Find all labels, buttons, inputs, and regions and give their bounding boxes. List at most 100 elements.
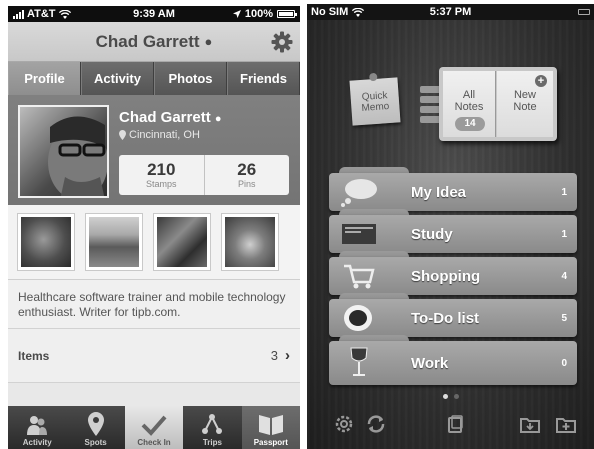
items-count: 3 xyxy=(270,348,278,363)
folder-work[interactable]: Work 0 xyxy=(329,335,577,385)
photo-strip xyxy=(8,205,300,280)
bottom-toolbar xyxy=(307,413,594,437)
items-label: Items xyxy=(18,348,50,363)
notes-screen: No SIM 5:37 PM Quick Memo All Notes 14 + N… xyxy=(307,4,594,449)
book-icon xyxy=(342,224,376,244)
apple-icon: ● xyxy=(204,34,213,49)
battery-icon xyxy=(578,9,590,15)
folder-label: Shopping xyxy=(411,267,481,285)
page-title: Chad Garrett xyxy=(95,31,200,51)
folder-count: 1 xyxy=(561,228,567,240)
plus-icon: + xyxy=(535,75,547,87)
tabbar-passport[interactable]: Passport xyxy=(241,406,300,449)
wifi-icon xyxy=(58,9,71,19)
photo-thumbnail[interactable] xyxy=(85,213,143,271)
avatar[interactable] xyxy=(18,105,109,198)
people-icon xyxy=(27,416,48,435)
bio-text: Healthcare software trainer and mobile t… xyxy=(8,280,300,329)
stat-pins[interactable]: 26 Pins xyxy=(203,155,290,195)
tab-profile[interactable]: Profile xyxy=(8,62,81,95)
book-icon xyxy=(258,415,283,435)
stat-value: 26 xyxy=(237,160,257,179)
wifi-icon xyxy=(352,7,365,17)
stat-label: Stamps xyxy=(145,179,177,189)
battery-icon xyxy=(277,10,297,18)
tabbar-label: Passport xyxy=(253,438,288,447)
signal-icon xyxy=(13,9,24,19)
thought-bubble-icon xyxy=(341,179,377,207)
shopping-cart-icon xyxy=(344,264,375,289)
notes-count-badge: 14 xyxy=(455,117,485,131)
tabbar-trips[interactable]: Trips xyxy=(183,406,241,449)
tab-friends[interactable]: Friends xyxy=(227,62,300,95)
photo-thumbnail[interactable] xyxy=(221,213,279,271)
quick-memo-button[interactable]: Quick Memo xyxy=(349,72,401,126)
profile-tabs: Profile Activity Photos Friends xyxy=(8,62,300,95)
folder-label: Work xyxy=(411,354,449,372)
map-pin-icon xyxy=(119,130,126,140)
folder-to-do-list[interactable]: To-Do list 5 xyxy=(329,293,577,337)
location-label: Cincinnati, OH xyxy=(129,129,200,141)
new-note-label: New xyxy=(513,89,536,101)
folder-import-icon[interactable] xyxy=(519,413,541,435)
profile-screen: AT&T 9:39 AM 100% Chad Garrett ● Profile… xyxy=(8,6,300,449)
location-arrow-icon xyxy=(232,10,241,18)
bottom-tab-bar: Activity Spots Check In Trips Passport xyxy=(8,406,300,449)
folder-count: 1 xyxy=(561,186,567,198)
tabbar-label: Trips xyxy=(202,438,222,447)
tabbar-label: Activity xyxy=(22,438,52,447)
photo-thumbnail[interactable] xyxy=(17,213,75,271)
folder-list: My Idea 1 Study 1 Shopping 4 To-Do list … xyxy=(329,167,577,385)
add-folder-icon[interactable] xyxy=(555,413,577,435)
profile-name: Chad Garrett ● xyxy=(119,109,222,126)
photo-thumbnail[interactable] xyxy=(153,213,211,271)
apple-icon: ● xyxy=(214,113,222,125)
status-time: 5:37 PM xyxy=(429,6,472,18)
stat-value: 210 xyxy=(147,160,176,179)
battery-percent: 100% xyxy=(244,8,273,20)
tab-photos[interactable]: Photos xyxy=(154,62,227,95)
tabbar-activity[interactable]: Activity xyxy=(8,406,66,449)
tabbar-label: Spots xyxy=(84,438,107,447)
quick-memo-label: Memo xyxy=(361,100,390,114)
tabbar-label: Check In xyxy=(137,438,171,447)
all-notes-label: All xyxy=(462,89,476,101)
folder-label: My Idea xyxy=(411,183,467,201)
folder-my-idea[interactable]: My Idea 1 xyxy=(329,167,577,211)
folder-label: To-Do list xyxy=(411,309,480,327)
all-notes-label: Notes xyxy=(454,101,484,113)
folder-count: 5 xyxy=(561,312,567,324)
tab-activity[interactable]: Activity xyxy=(81,62,154,95)
all-notes-button[interactable]: All Notes 14 xyxy=(443,71,496,137)
settings-icon[interactable] xyxy=(333,413,355,435)
carrier: AT&T xyxy=(13,8,71,20)
carrier-label: AT&T xyxy=(27,8,56,20)
folder-label: Study xyxy=(411,225,453,243)
route-icon xyxy=(202,414,223,434)
folder-count: 0 xyxy=(561,357,567,369)
new-note-label: Note xyxy=(513,101,537,113)
chevron-right-icon: › xyxy=(285,347,290,364)
folder-count: 4 xyxy=(561,270,567,282)
folder-shopping[interactable]: Shopping 4 xyxy=(329,251,577,295)
status-bar: AT&T 9:39 AM 100% xyxy=(8,6,300,22)
profile-card: Chad Garrett ● Cincinnati, OH 210 Stamps… xyxy=(8,95,300,205)
page-indicator[interactable] xyxy=(307,394,594,399)
folder-study[interactable]: Study 1 xyxy=(329,209,577,253)
stat-label: Pins xyxy=(237,179,256,189)
items-row[interactable]: Items 3 › xyxy=(8,329,300,383)
tabbar-spots[interactable]: Spots xyxy=(66,406,124,449)
notebook: All Notes 14 + New Note xyxy=(439,67,557,141)
coffee-cup-icon xyxy=(344,305,372,331)
tabbar-check-in[interactable]: Check In xyxy=(124,406,184,449)
view-icon[interactable] xyxy=(444,413,466,435)
new-note-button[interactable]: + New Note xyxy=(497,71,553,137)
gear-icon[interactable] xyxy=(270,30,294,54)
stats-box: 210 Stamps 26 Pins xyxy=(119,155,289,195)
map-pin-icon xyxy=(87,412,104,436)
stat-stamps[interactable]: 210 Stamps xyxy=(119,155,204,195)
sync-icon[interactable] xyxy=(365,413,387,435)
profile-location: Cincinnati, OH xyxy=(119,129,200,141)
status-bar: No SIM 5:37 PM xyxy=(307,4,594,20)
pin-icon xyxy=(369,72,378,82)
